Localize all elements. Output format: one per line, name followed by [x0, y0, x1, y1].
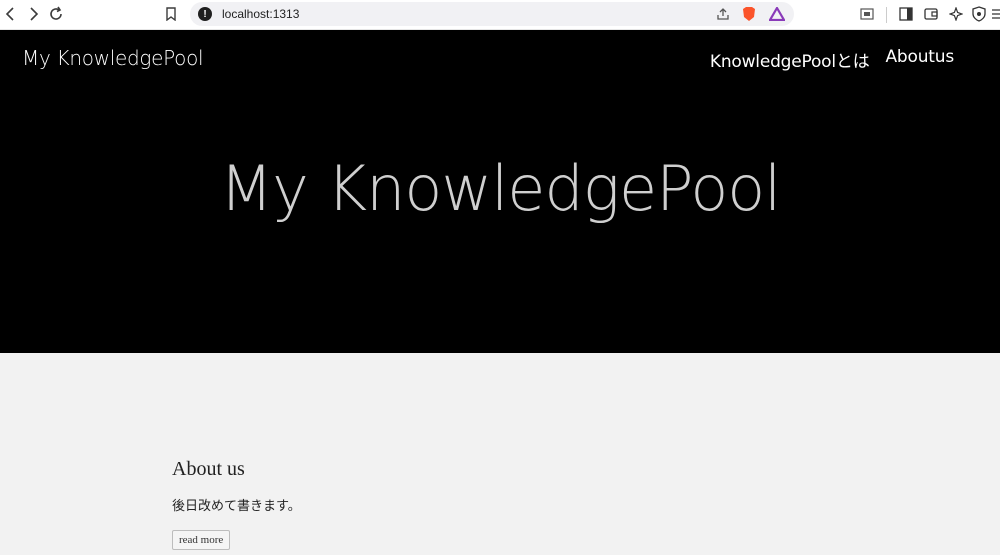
nav-link-knowledgepool[interactable]: KnowledgePoolとは [710, 47, 870, 72]
vpn-shield-icon[interactable] [968, 3, 990, 25]
nav-link-aboutus[interactable]: Aboutus [886, 47, 955, 72]
back-arrow-icon[interactable] [0, 3, 22, 25]
read-more-button[interactable]: read more [172, 530, 231, 550]
section-text: 後日改めて書きます。 [172, 498, 301, 513]
url-text[interactable]: localhost:1313 [222, 7, 299, 21]
bookmark-icon[interactable] [160, 3, 182, 25]
leo-ai-icon[interactable] [945, 3, 967, 25]
browser-toolbar: ! localhost:1313 [0, 0, 1000, 30]
reload-icon[interactable] [45, 3, 67, 25]
menu-icon[interactable] [990, 3, 1000, 25]
brave-lion-icon[interactable] [740, 5, 758, 23]
address-bar[interactable]: ! localhost:1313 [190, 2, 794, 26]
wallet-icon[interactable] [920, 3, 942, 25]
section-heading: About us [172, 458, 245, 480]
hero-title: My KnowledgePool [219, 152, 782, 225]
info-icon[interactable]: ! [198, 7, 212, 21]
sidebar-icon[interactable] [895, 3, 917, 25]
brave-rewards-triangle-icon[interactable] [768, 5, 786, 23]
about-section: About us 後日改めて書きます。 read more [172, 458, 772, 550]
main-nav: KnowledgePoolとは Aboutus [710, 47, 954, 72]
toolbar-divider [886, 7, 887, 23]
hero-header: My KnowledgePool KnowledgePoolとは Aboutus… [0, 30, 1000, 353]
site-brand[interactable]: My KnowledgePool [22, 46, 204, 70]
screenshot-icon[interactable] [856, 3, 878, 25]
forward-arrow-icon[interactable] [22, 3, 44, 25]
share-icon[interactable] [714, 5, 732, 23]
